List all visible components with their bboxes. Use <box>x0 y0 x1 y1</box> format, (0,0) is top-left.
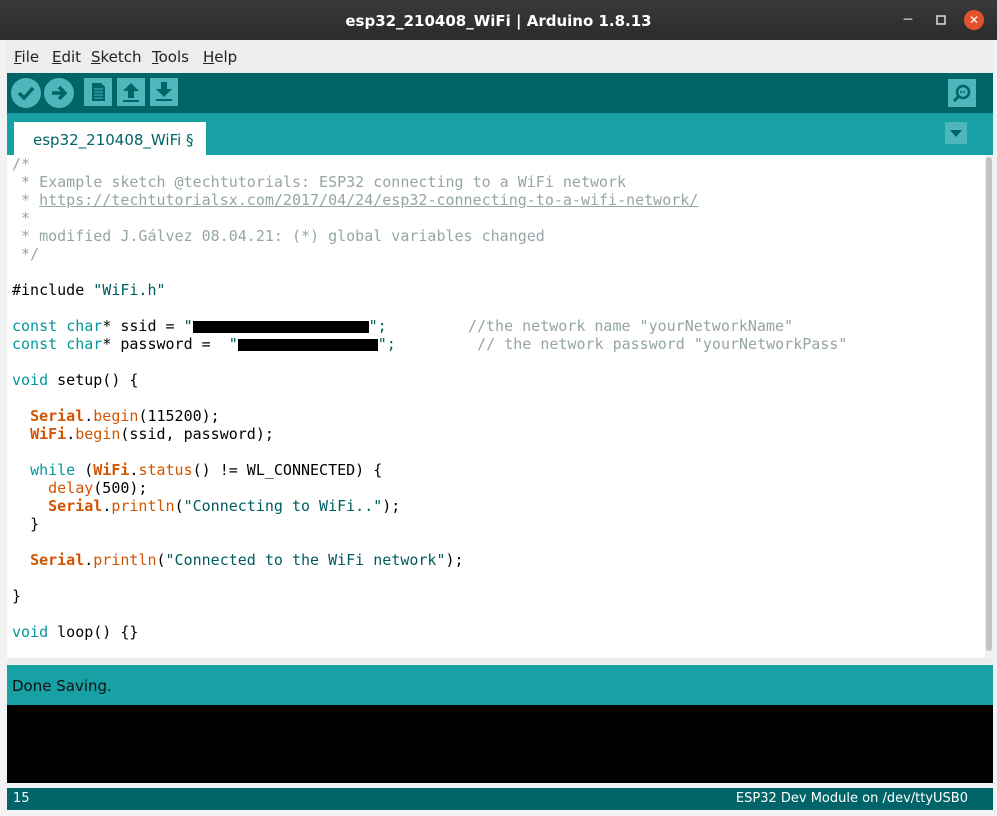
footer-bar: 15 ESP32 Dev Module on /dev/ttyUSB0 <box>7 788 993 810</box>
menu-tools-label: ools <box>158 48 189 66</box>
tab-menu-button[interactable] <box>945 122 967 144</box>
begin-method: begin <box>93 407 139 425</box>
arrow-right-icon <box>52 85 68 101</box>
magnifier-icon <box>952 84 971 103</box>
tab-strip: esp32_210408_WiFi § <box>7 113 993 155</box>
while-keyword: while <box>30 461 76 479</box>
code-text: /* * Example sketch @techtutorials: ESP3… <box>12 155 848 641</box>
checkmark-icon <box>17 86 35 101</box>
include-keyword: #include <box>12 281 85 299</box>
maximize-square <box>936 15 946 25</box>
void-keyword: void <box>12 371 49 389</box>
maximize-icon[interactable] <box>931 10 951 30</box>
baud-args: (115200); <box>138 407 220 425</box>
wifi-args: (ssid, password); <box>120 425 274 443</box>
wifi-object: WiFi <box>93 461 130 479</box>
password-comment: // the network password "yourNetworkPass… <box>395 335 848 353</box>
char-keyword: char <box>66 317 103 335</box>
status-bar: Done Saving. <box>7 665 993 705</box>
menu-file-label: ile <box>21 48 40 66</box>
serial-object: Serial <box>30 407 85 425</box>
status-method: status <box>138 461 193 479</box>
const-keyword: const <box>12 335 58 353</box>
menu-tools-mnemonic: T <box>152 48 159 66</box>
comment-line-prefix: * <box>12 191 40 209</box>
menu-edit[interactable]: Edit <box>52 48 81 66</box>
connected-string: "Connected to the WiFi network" <box>165 551 446 569</box>
verify-button[interactable] <box>11 78 41 108</box>
println-method: println <box>111 497 175 515</box>
println-method: println <box>93 551 157 569</box>
quote: " <box>183 317 193 335</box>
editor-vertical-scrollbar[interactable] <box>985 155 993 658</box>
status-message: Done Saving. <box>12 677 112 695</box>
comment-line: /* <box>12 155 31 173</box>
setup-signature: setup() { <box>48 371 139 389</box>
arrow-down-icon <box>156 82 172 101</box>
close-paren: ); <box>382 497 401 515</box>
brace-close: } <box>30 515 40 533</box>
serial-object: Serial <box>48 497 103 515</box>
comment-url-link[interactable]: https://techtutorialsx.com/2017/04/24/es… <box>39 191 698 209</box>
scrollbar-thumb[interactable] <box>986 157 992 651</box>
quote-end: "; <box>368 317 387 335</box>
loop-signature: loop() {} <box>48 623 139 641</box>
comment-line: */ <box>12 245 40 263</box>
menu-tools[interactable]: Tools <box>152 48 189 66</box>
line-number: 15 <box>13 791 30 806</box>
editor-divider[interactable] <box>7 658 993 665</box>
menu-help-label: elp <box>214 48 238 66</box>
window-title: esp32_210408_WiFi | Arduino 1.8.13 <box>345 12 652 30</box>
comment-line: * <box>12 209 31 227</box>
new-sketch-button[interactable] <box>84 78 112 106</box>
board-info: ESP32 Dev Module on /dev/ttyUSB0 <box>735 791 968 806</box>
void-keyword: void <box>12 623 49 641</box>
wifi-object: WiFi <box>30 425 67 443</box>
upload-button[interactable] <box>44 78 74 108</box>
new-document-icon <box>92 83 105 101</box>
menu-file-mnemonic: F <box>14 48 22 66</box>
code-editor[interactable]: /* * Example sketch @techtutorials: ESP3… <box>7 155 985 658</box>
menu-sketch-label: ketch <box>100 48 142 66</box>
title-bar: esp32_210408_WiFi | Arduino 1.8.13 ─ ✕ <box>0 0 997 40</box>
toolbar <box>7 73 993 113</box>
status-condition: () != WL_CONNECTED) { <box>192 461 383 479</box>
close-paren: ); <box>445 551 464 569</box>
brace-close: } <box>12 587 22 605</box>
ssid-declaration: * ssid = <box>102 317 184 335</box>
quote-end: "; <box>377 335 396 353</box>
menu-sketch-mnemonic: S <box>91 48 101 66</box>
menu-file[interactable]: File <box>14 48 39 66</box>
menu-help-mnemonic: H <box>203 48 215 66</box>
serial-object: Serial <box>30 551 85 569</box>
include-string: "WiFi.h" <box>84 281 166 299</box>
comment-line: * modified J.Gálvez 08.04.21: (*) global… <box>12 227 545 245</box>
serial-monitor-button[interactable] <box>948 79 976 107</box>
minimize-icon[interactable]: ─ <box>898 10 918 30</box>
quote: " <box>228 335 238 353</box>
password-declaration: * password = <box>102 335 229 353</box>
redacted-password <box>237 338 378 351</box>
triangle-down-icon <box>950 130 962 137</box>
const-keyword: const <box>12 317 58 335</box>
open-sketch-button[interactable] <box>117 78 145 106</box>
tab-label: esp32_210408_WiFi § <box>33 131 194 149</box>
char-keyword: char <box>66 335 103 353</box>
connecting-string: "Connecting to WiFi.." <box>183 497 383 515</box>
tab-sketch[interactable]: esp32_210408_WiFi § <box>14 122 206 155</box>
menu-edit-label: dit <box>61 48 82 66</box>
console-output[interactable] <box>7 705 993 783</box>
menu-bar: File Edit Sketch Tools Help <box>7 40 993 73</box>
ssid-comment: //the network name "yourNetworkName" <box>386 317 794 335</box>
begin-method: begin <box>75 425 121 443</box>
menu-sketch[interactable]: Sketch <box>91 48 142 66</box>
save-sketch-button[interactable] <box>150 78 178 106</box>
close-icon[interactable]: ✕ <box>964 10 984 30</box>
arrow-up-icon <box>123 83 139 102</box>
delay-function: delay <box>48 479 94 497</box>
delay-args: (500); <box>93 479 148 497</box>
menu-help[interactable]: Help <box>203 48 237 66</box>
comment-line: * Example sketch @techtutorials: ESP32 c… <box>12 173 627 191</box>
redacted-ssid <box>192 320 369 333</box>
